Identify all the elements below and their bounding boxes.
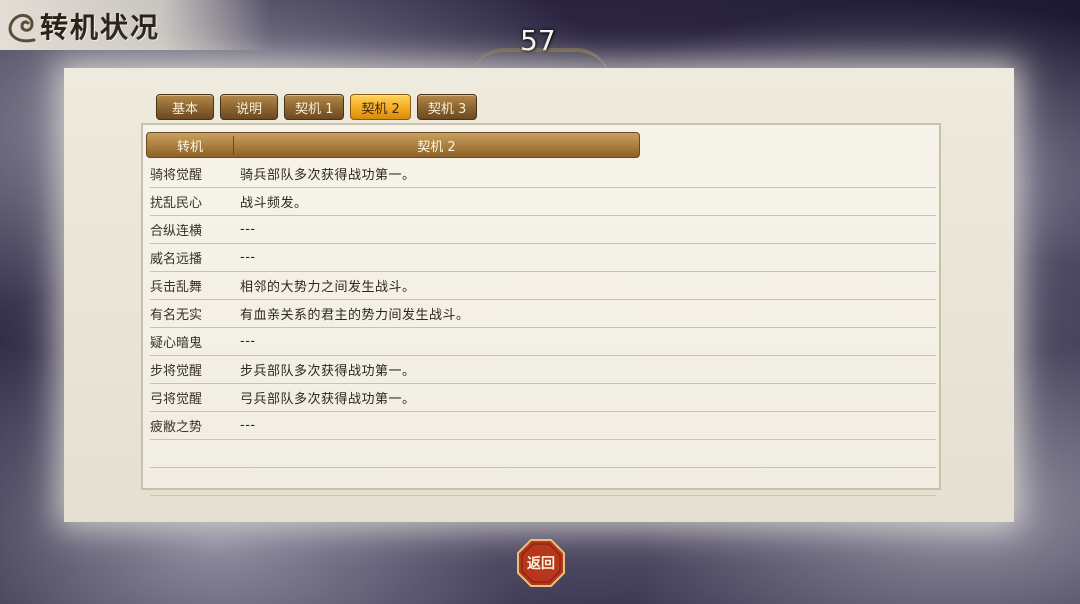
event-trigger-text: 相邻的大势力之间发生战斗。 <box>240 280 416 295</box>
turn-timer: 57 <box>520 24 556 57</box>
event-trigger-text: --- <box>240 222 256 237</box>
return-label: 返回 <box>527 556 555 572</box>
table-row: 威名远播 --- <box>150 244 936 272</box>
tab-bar: 基本 说明 契机 1 契机 2 契机 3 <box>156 94 478 120</box>
event-trigger-text: 战斗频发。 <box>240 196 308 211</box>
event-name: 疲敝之势 <box>150 420 203 435</box>
event-trigger-text: 骑兵部队多次获得战功第一。 <box>240 168 416 183</box>
tab-trigger-2[interactable]: 契机 2 <box>350 94 411 120</box>
table-row-empty <box>150 440 936 468</box>
tab-trigger-1[interactable]: 契机 1 <box>284 94 345 120</box>
table-row: 疲敝之势 --- <box>150 412 936 440</box>
table-row-empty <box>150 468 936 496</box>
table-row: 有名无实 有血亲关系的君主的势力间发生战斗。 <box>150 300 936 328</box>
event-name: 弓将觉醒 <box>150 392 203 407</box>
cloud-swirl-icon <box>8 14 36 43</box>
table-row: 兵击乱舞 相邻的大势力之间发生战斗。 <box>150 272 936 300</box>
tab-basic[interactable]: 基本 <box>156 94 214 120</box>
event-trigger-text: 有血亲关系的君主的势力间发生战斗。 <box>240 308 470 323</box>
event-trigger-text: 弓兵部队多次获得战功第一。 <box>240 392 416 407</box>
table-row: 扰乱民心 战斗频发。 <box>150 188 936 216</box>
table-row: 疑心暗鬼 --- <box>150 328 936 356</box>
event-list: 骑将觉醒 骑兵部队多次获得战功第一。 扰乱民心 战斗频发。 合纵连横 --- 威… <box>150 160 936 496</box>
event-name: 合纵连横 <box>150 224 203 239</box>
tab-trigger-3[interactable]: 契机 3 <box>416 94 478 120</box>
title-banner: 转机状况 <box>0 0 270 50</box>
column-header-trigger: 契机 2 <box>417 139 456 155</box>
event-trigger-text: --- <box>240 250 256 265</box>
event-trigger-text: 步兵部队多次获得战功第一。 <box>240 364 416 379</box>
event-name: 骑将觉醒 <box>150 168 203 183</box>
event-trigger-text: --- <box>240 418 256 433</box>
table-row: 骑将觉醒 骑兵部队多次获得战功第一。 <box>150 160 936 188</box>
event-name: 威名远播 <box>150 252 203 267</box>
event-name: 步将觉醒 <box>150 364 203 379</box>
event-name: 有名无实 <box>150 308 203 323</box>
page-title: 转机状况 <box>40 11 161 44</box>
table-row: 步将觉醒 步兵部队多次获得战功第一。 <box>150 356 936 384</box>
table-header: 转机 契机 2 <box>146 132 640 158</box>
column-header-event: 转机 <box>147 135 234 155</box>
tab-description[interactable]: 说明 <box>220 94 278 120</box>
table-row: 合纵连横 --- <box>150 216 936 244</box>
event-name: 疑心暗鬼 <box>150 336 203 351</box>
table-row: 弓将觉醒 弓兵部队多次获得战功第一。 <box>150 384 936 412</box>
event-trigger-text: --- <box>240 334 256 349</box>
event-name: 扰乱民心 <box>150 196 203 211</box>
return-button[interactable]: 返回 <box>516 538 566 588</box>
event-name: 兵击乱舞 <box>150 280 203 295</box>
